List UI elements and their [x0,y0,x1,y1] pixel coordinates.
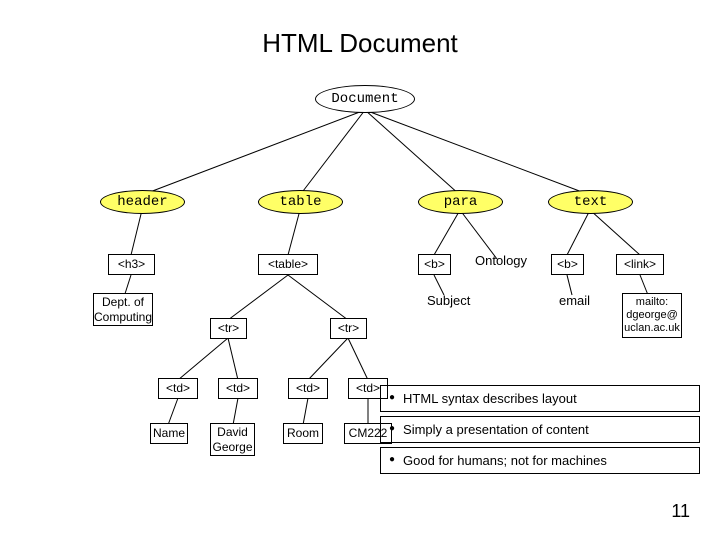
label-email: email [559,293,590,308]
node-document: Document [315,85,415,113]
bullet-dot-icon: ● [389,422,395,436]
bullet-dot-icon: ● [389,453,395,467]
node-mailto: mailto: dgeorge@ uclan.ac.uk [622,293,682,338]
mailto-line1: mailto: [636,296,668,309]
david-line1: David [217,425,248,439]
mailto-line3: uclan.ac.uk [624,322,680,335]
mailto-line2: dgeorge@ [626,309,678,322]
node-para: para [418,190,503,214]
node-text: text [548,190,633,214]
bullet-item: ● Good for humans; not for machines [380,447,700,474]
node-name: Name [150,423,188,444]
node-david: David George [210,423,255,456]
node-dept: Dept. of Computing [93,293,153,326]
node-header: header [100,190,185,214]
node-tr2: <tr> [330,318,367,339]
node-b1: <b> [418,254,451,275]
node-td1: <td> [158,378,198,399]
node-room: Room [283,423,323,444]
node-tr1: <tr> [210,318,247,339]
node-td2: <td> [218,378,258,399]
bullet-item: ● HTML syntax describes layout [380,385,700,412]
bullet-list: ● HTML syntax describes layout ● Simply … [380,385,700,478]
bullet-text: Good for humans; not for machines [403,453,607,468]
label-subject: Subject [427,293,470,308]
bullet-dot-icon: ● [389,391,395,405]
dept-line2: Computing [94,310,152,324]
bullet-text: HTML syntax describes layout [403,391,577,406]
node-b2: <b> [551,254,584,275]
node-link: <link> [616,254,664,275]
node-table-tag: <table> [258,254,318,275]
node-td3: <td> [288,378,328,399]
david-line2: George [212,440,252,454]
bullet-item: ● Simply a presentation of content [380,416,700,443]
node-table: table [258,190,343,214]
dept-line1: Dept. of [102,295,144,309]
node-h3: <h3> [108,254,155,275]
label-ontology: Ontology [475,253,527,268]
bullet-text: Simply a presentation of content [403,422,589,437]
